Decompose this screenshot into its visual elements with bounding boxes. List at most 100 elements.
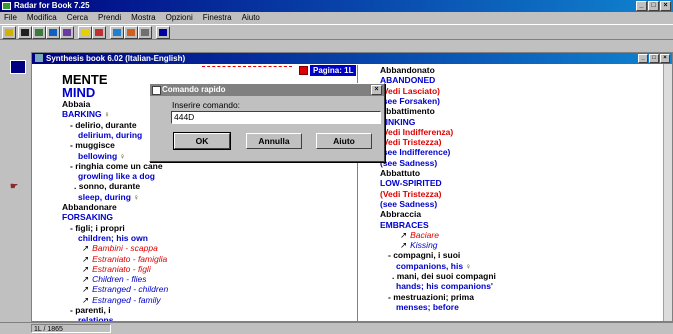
entry-text: ABANDONED (380, 75, 436, 86)
book-icon (35, 54, 43, 62)
left-column-entry[interactable]: ↗ Estranged - family (82, 295, 161, 305)
lightbulb-button[interactable] (78, 26, 92, 39)
menu-mostra[interactable]: Mostra (131, 12, 155, 24)
right-column-entry[interactable]: Abbandonato (380, 65, 435, 75)
menu-file[interactable]: File (4, 12, 17, 24)
entry-text: Abbattuto (380, 168, 421, 178)
dialog-icon (152, 86, 161, 95)
entry-text: EMBRACES (380, 219, 429, 230)
doc-restore-button[interactable]: □ (649, 54, 659, 63)
entry-text: SINKING (380, 116, 416, 127)
entry-text: . sonno, durante (74, 181, 141, 192)
cross-reference-arrow-icon: ↗ (400, 240, 408, 251)
status-field: 1L / 1865 (31, 324, 111, 333)
ok-button[interactable]: OK (173, 132, 231, 150)
entry-text: - parenti, i (70, 305, 111, 315)
left-column-entry[interactable]: Abbandonare (62, 202, 117, 212)
right-column-entry[interactable]: (Vedi Indifferenza) (380, 127, 453, 137)
command-input[interactable]: 444D (171, 111, 381, 124)
left-column-entry[interactable]: ↗ Estranged - children (82, 284, 168, 294)
right-column-entry[interactable]: (see Sadness) (380, 158, 437, 168)
left-column-entry[interactable]: FORSAKING (62, 212, 113, 222)
print-button[interactable] (138, 26, 152, 39)
right-column-entry[interactable]: (see Forsaken) (380, 96, 440, 106)
left-column-entry[interactable]: ↗ Estraniato - figli (82, 264, 151, 274)
right-column-entry[interactable]: (Vedi Tristezza) (380, 137, 441, 147)
left-column-entry[interactable]: ↗ Bambini - scappa (82, 243, 158, 253)
right-column-entry[interactable]: (see Indifference) (380, 147, 450, 157)
right-column-entry[interactable]: (Vedi Tristezza) (380, 189, 441, 199)
close-button[interactable]: × (660, 1, 671, 11)
left-column-entry[interactable]: - parenti, i (70, 305, 111, 315)
right-column-entry[interactable]: hands; his companions' (396, 281, 493, 291)
case-button[interactable] (92, 26, 106, 39)
entry-text: hands; his companions' (396, 281, 493, 292)
right-column-entry[interactable]: (see Sadness) (380, 199, 437, 209)
doc-close-button[interactable]: × (660, 54, 670, 63)
entry-text: - compagni, i suoi (388, 250, 461, 261)
left-column-entry[interactable]: delirium, during (78, 130, 142, 140)
vertical-scrollbar[interactable] (663, 64, 672, 321)
maximize-button[interactable]: □ (648, 1, 659, 11)
chart-button[interactable] (60, 26, 74, 39)
open-folder-button[interactable] (2, 26, 16, 39)
left-column-entry[interactable]: growling like a dog (78, 171, 155, 181)
entry-text: (Vedi Tristezza) (380, 188, 442, 199)
dialog-close-button[interactable]: × (371, 85, 382, 95)
analysis-button[interactable] (110, 26, 124, 39)
graph-button[interactable] (124, 26, 138, 39)
left-column-entry[interactable]: ↗ Estraniato - famiglia (82, 254, 167, 264)
left-column-entry[interactable]: . sonno, durante (74, 181, 140, 191)
menu-opzioni[interactable]: Opzioni (166, 12, 193, 24)
right-column-entry[interactable]: EMBRACES (380, 220, 429, 230)
right-column-entry[interactable]: - mestruazioni; prima (388, 292, 474, 302)
search-button[interactable] (46, 26, 60, 39)
entry-text: - ringhia come un cane (70, 160, 163, 171)
help-dialog-button[interactable]: Aiuto (316, 133, 372, 149)
menu-modifica[interactable]: Modifica (27, 12, 57, 24)
menu-finestra[interactable]: Finestra (203, 12, 232, 24)
help-button[interactable] (156, 26, 170, 39)
menu-cerca[interactable]: Cerca (67, 12, 88, 24)
right-column-entry[interactable]: SINKING (380, 117, 415, 127)
quick-command-dialog: Comando rapido × Inserire comando: 444D … (149, 83, 385, 162)
left-column-entry[interactable]: - muggisce (70, 140, 115, 150)
entry-text: - figli; i propri (70, 222, 125, 233)
right-column-entry[interactable]: ↗ Baciare (400, 230, 439, 240)
menu-prendi[interactable]: Prendi (98, 12, 121, 24)
command-prompt-label: Inserire comando: (172, 100, 241, 110)
entry-text: (see Forsaken) (380, 95, 440, 106)
left-column-entry[interactable]: relations (78, 315, 113, 321)
left-column-entry[interactable]: children; his own (78, 233, 148, 243)
left-column-entry[interactable]: Abbaia (62, 99, 90, 109)
left-column-entry[interactable]: - ringhia come un cane (70, 161, 163, 171)
dialog-titlebar: Comando rapido × (150, 84, 384, 96)
minimize-button[interactable]: _ (636, 1, 647, 11)
right-column-entry[interactable]: LOW-SPIRITED (380, 178, 442, 188)
right-column-entry[interactable]: ↗ Kissing (400, 240, 438, 250)
entry-text: Abbaia (62, 99, 91, 109)
right-column-entry[interactable]: ABANDONED (380, 75, 435, 85)
menu-aiuto[interactable]: Aiuto (242, 12, 260, 24)
binoculars-button[interactable] (18, 26, 32, 39)
cancel-button[interactable]: Annulla (246, 133, 302, 149)
left-column-entry[interactable]: - delirio, durante (70, 120, 137, 130)
right-column-entry[interactable]: Abbattuto (380, 168, 420, 178)
entry-text: LOW-SPIRITED (380, 178, 442, 189)
left-column-entry[interactable]: - figli; i propri (70, 223, 125, 233)
entry-text: BARKING (62, 109, 102, 120)
left-column-entry[interactable]: MIND (62, 86, 95, 100)
right-column-entry[interactable]: (Vedi Lasciato) (380, 86, 440, 96)
right-column-entry[interactable]: Abbattimento (380, 106, 435, 116)
right-column-entry[interactable]: . mani, dei suoi compagni (392, 271, 496, 281)
left-column-entry[interactable]: ↗ Children - flies (82, 274, 146, 284)
mdi-window-icon[interactable] (10, 60, 26, 74)
doc-minimize-button[interactable]: _ (638, 54, 648, 63)
right-column-entry[interactable]: - compagni, i suoi (388, 250, 460, 260)
repertory-button[interactable] (32, 26, 46, 39)
entry-text: (see Sadness) (380, 198, 438, 209)
right-column-entry[interactable]: Abbraccia (380, 209, 421, 219)
window-controls: _ □ × (636, 1, 671, 11)
right-column-entry[interactable]: menses; before (396, 302, 459, 312)
entry-text: (Vedi Tristezza) (380, 137, 442, 148)
